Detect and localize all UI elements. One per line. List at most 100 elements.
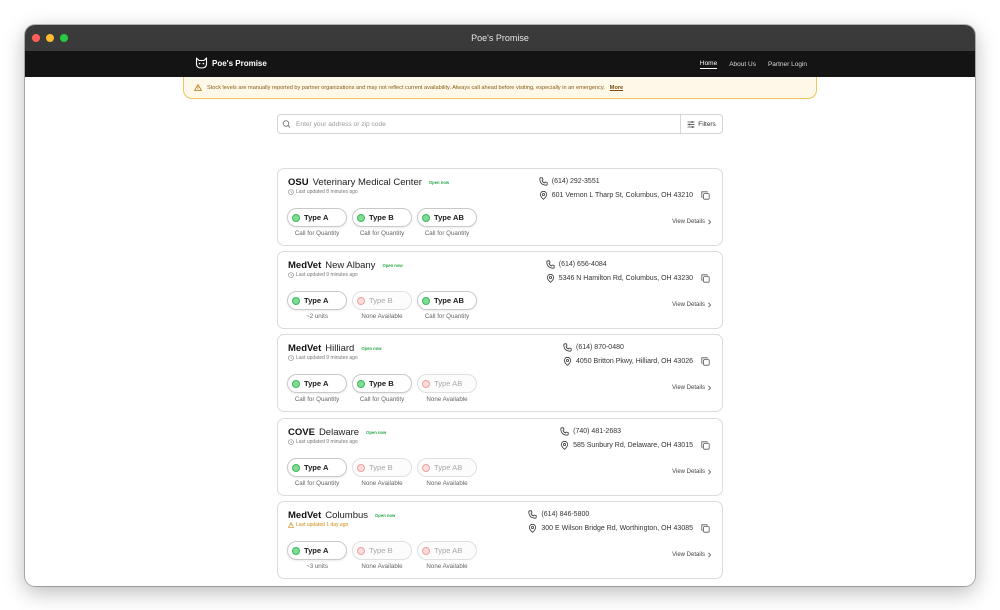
- view-details-link[interactable]: View Details: [672, 469, 712, 475]
- clinic-phone[interactable]: (614) 292-3551: [539, 177, 600, 186]
- filters-button[interactable]: Filters: [680, 115, 722, 133]
- blood-type-label: Type B: [369, 213, 394, 222]
- blood-type-pill[interactable]: Type AB: [417, 374, 477, 393]
- clinic-address[interactable]: 4050 Britton Pkwy, Hilliard, OH 43026: [563, 357, 710, 366]
- clinic-address[interactable]: 601 Vernon L Tharp St, Columbus, OH 4321…: [539, 191, 710, 200]
- nav-about-link[interactable]: About Us: [729, 61, 756, 68]
- contact-block: (614) 846-5800 300 E Wilson Bridge Rd, Wo…: [528, 502, 710, 538]
- blood-type-pill[interactable]: Type B: [352, 374, 412, 393]
- blood-type-quantity: None Available: [426, 396, 468, 403]
- nav-partner-login-link[interactable]: Partner Login: [768, 61, 807, 68]
- close-window-button[interactable]: [32, 34, 40, 42]
- blood-type-pill[interactable]: Type AB: [417, 208, 477, 227]
- blood-type-pill[interactable]: Type B: [352, 541, 412, 560]
- clinic-phone[interactable]: (614) 870-0480: [563, 343, 624, 352]
- copy-address-icon[interactable]: [701, 191, 710, 200]
- window-controls: [32, 34, 68, 42]
- clinic-name-bold: MedVet: [288, 260, 322, 271]
- blood-type-pill[interactable]: Type A: [287, 458, 347, 477]
- title-bar: Poe's Promise: [25, 25, 975, 51]
- clinic-phone[interactable]: (614) 656-4084: [546, 260, 607, 269]
- phone-number: (614) 656-4084: [558, 261, 607, 268]
- view-details-label: View Details: [672, 219, 705, 225]
- clinic-name-bold: MedVet: [288, 510, 322, 521]
- minimize-window-button[interactable]: [46, 34, 54, 42]
- last-updated: Last updated 9 minutes ago: [288, 272, 358, 278]
- view-details-link[interactable]: View Details: [672, 302, 712, 308]
- availability-dot-icon: [357, 379, 365, 388]
- clinic-name[interactable]: MedVet New Albany Open now: [288, 260, 403, 271]
- clock-icon: [288, 189, 294, 195]
- blood-type-label: Type A: [304, 296, 329, 305]
- clinic-name-bold: MedVet: [288, 343, 322, 354]
- blood-type-pill[interactable]: Type B: [352, 291, 412, 310]
- clinic-card: MedVet Columbus Open now Last updated 1 day…: [277, 501, 723, 579]
- location-pin-icon: [563, 357, 572, 366]
- banner-more-link[interactable]: More: [610, 85, 623, 91]
- availability-dot-icon: [422, 296, 430, 305]
- nav-home-link[interactable]: Home: [699, 60, 718, 69]
- clinic-name[interactable]: MedVet Columbus Open now: [288, 510, 395, 521]
- blood-type-pill[interactable]: Type B: [352, 208, 412, 227]
- availability-dot-icon: [292, 296, 300, 305]
- clinic-name[interactable]: COVE Delaware Open now: [288, 427, 386, 438]
- blood-type-list: Type A Call for Quantity Type B Call for Qu…: [287, 208, 477, 237]
- open-status-badge: Open now: [361, 346, 382, 351]
- clinic-name[interactable]: MedVet Hilliard Open now: [288, 343, 382, 354]
- blood-type-pill[interactable]: Type A: [287, 208, 347, 227]
- chevron-right-icon: [708, 469, 712, 475]
- phone-icon: [528, 510, 537, 519]
- blood-type-item: Type AB Call for Quantity: [417, 208, 477, 237]
- copy-address-icon[interactable]: [701, 357, 710, 366]
- blood-type-label: Type AB: [434, 296, 464, 305]
- warning-icon: [194, 84, 202, 91]
- window-title: Poe's Promise: [471, 33, 529, 43]
- availability-dot-icon: [422, 213, 430, 222]
- blood-type-pill[interactable]: Type A: [287, 541, 347, 560]
- availability-dot-icon: [292, 213, 300, 222]
- last-updated-text: Last updated 9 minutes ago: [296, 272, 358, 278]
- blood-type-list: Type A ~3 units Type B None Available Type A…: [287, 541, 477, 570]
- last-updated-text: Last updated 8 minutes ago: [296, 189, 358, 195]
- clinic-name-rest: Columbus: [325, 510, 369, 521]
- blood-type-pill[interactable]: Type AB: [417, 458, 477, 477]
- blood-type-quantity: ~3 units: [306, 563, 328, 570]
- clinic-address[interactable]: 585 Sunbury Rd, Delaware, OH 43015: [560, 441, 710, 450]
- blood-type-label: Type B: [369, 296, 393, 305]
- blood-type-quantity: None Available: [361, 563, 403, 570]
- location-pin-icon: [539, 191, 547, 200]
- last-updated: Last updated 9 minutes ago: [288, 355, 358, 361]
- chevron-right-icon: [708, 302, 712, 308]
- view-details-label: View Details: [672, 552, 705, 558]
- blood-type-quantity: Call for Quantity: [294, 230, 340, 237]
- availability-dot-icon: [292, 379, 300, 388]
- availability-dot-icon: [422, 463, 430, 472]
- clinic-address[interactable]: 5346 N Hamilton Rd, Columbus, OH 43230: [546, 274, 710, 283]
- clinic-name[interactable]: OSU Veterinary Medical Center Open now: [288, 177, 449, 188]
- address-search-input[interactable]: [294, 115, 680, 133]
- view-details-link[interactable]: View Details: [672, 552, 712, 558]
- blood-type-pill[interactable]: Type A: [287, 374, 347, 393]
- view-details-link[interactable]: View Details: [672, 385, 712, 391]
- maximize-window-button[interactable]: [60, 34, 68, 42]
- blood-type-pill[interactable]: Type A: [287, 291, 347, 310]
- blood-type-item: Type A Call for Quantity: [287, 208, 347, 237]
- view-details-label: View Details: [672, 385, 705, 391]
- clinic-address[interactable]: 300 E Wilson Bridge Rd, Worthington, OH …: [528, 524, 710, 533]
- availability-dot-icon: [292, 463, 300, 472]
- view-details-link[interactable]: View Details: [672, 219, 712, 225]
- copy-address-icon[interactable]: [701, 524, 710, 533]
- copy-address-icon[interactable]: [701, 441, 710, 450]
- chevron-right-icon: [708, 552, 712, 558]
- blood-type-pill[interactable]: Type B: [352, 458, 412, 477]
- blood-type-pill[interactable]: Type AB: [417, 541, 477, 560]
- blood-type-pill[interactable]: Type AB: [417, 291, 477, 310]
- phone-number: (614) 870-0480: [576, 344, 624, 351]
- blood-type-label: Type AB: [434, 379, 463, 388]
- clinic-phone[interactable]: (740) 481-2683: [560, 427, 621, 436]
- blood-type-item: Type B None Available: [352, 458, 412, 487]
- blood-type-label: Type A: [304, 546, 329, 555]
- clinic-phone[interactable]: (614) 846-5800: [528, 510, 589, 519]
- copy-address-icon[interactable]: [701, 274, 710, 283]
- brand-logo[interactable]: Poe's Promise: [195, 57, 267, 69]
